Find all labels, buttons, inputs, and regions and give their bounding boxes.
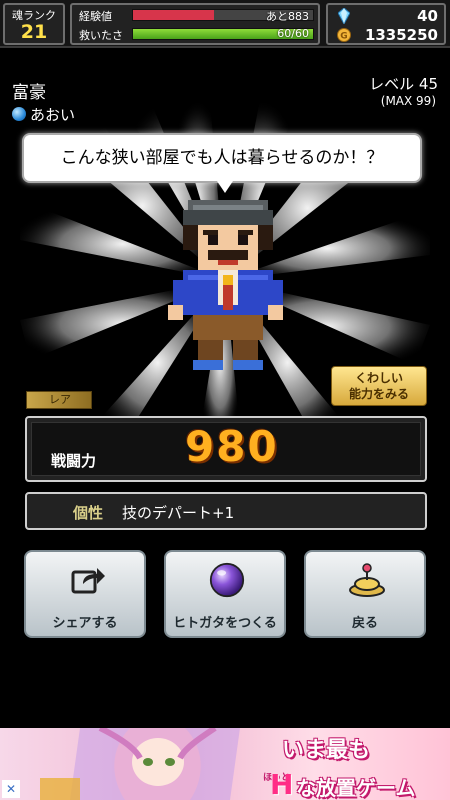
exp-bar: あと883: [132, 9, 314, 23]
return-icon: [349, 563, 385, 597]
share-button-label: シェアする: [52, 616, 118, 631]
ad-subline: な放置ゲーム: [296, 776, 416, 800]
ad-character-illustration: [40, 728, 240, 800]
level-max-text: (MAX 99): [380, 94, 436, 108]
view-details-button[interactable]: くわしい 能力をみる: [331, 366, 427, 406]
character-name: 富豪: [12, 83, 46, 103]
power-panel: 戦闘力 980: [25, 416, 427, 482]
ad-close-icon[interactable]: ✕: [2, 780, 20, 798]
ad-banner[interactable]: ✕ いま最も ほっと H な放置ゲーム: [0, 728, 450, 800]
soul-rank-value: 21: [20, 21, 48, 43]
rarity-badge: レア: [26, 391, 92, 409]
share-icon: [71, 568, 105, 594]
gauges-box: 経験値 あと883 救いたさ 60/60: [70, 3, 320, 45]
back-button[interactable]: 戻る: [304, 550, 426, 638]
coin-count: 1335250: [364, 26, 438, 44]
power-label: 戦闘力: [51, 452, 97, 470]
speech-bubble: こんな狭い部屋でも人は暮らせるのか！？: [22, 133, 422, 183]
ad-headline: いま最も: [282, 738, 371, 763]
svg-text:G: G: [340, 32, 347, 42]
currency-box: 40 G 1335250: [326, 3, 446, 45]
power-value: 980: [185, 422, 279, 471]
view-details-line1: くわしい: [354, 371, 403, 385]
speech-bubble-tail: [217, 181, 233, 193]
level-text: レベル 45: [369, 75, 438, 93]
ad-h-letter: H: [270, 768, 294, 800]
attribute-label: あおい: [30, 106, 76, 124]
exp-remaining-text: あと883: [266, 10, 309, 23]
hp-text: 60/60: [277, 27, 309, 40]
exp-label: 経験値: [79, 10, 112, 23]
share-button[interactable]: シェアする: [24, 550, 146, 638]
trait-panel: 個性 技のデパート+1: [25, 492, 427, 530]
hp-label: 救いたさ: [79, 29, 123, 42]
status-bar: 魂ランク 21 経験値 あと883 救いたさ 60/60 40 G 133525…: [0, 0, 450, 48]
soul-rank-box: 魂ランク 21: [3, 3, 65, 45]
gem-icon: [338, 8, 350, 24]
character-sprite: [168, 200, 283, 370]
coin-icon: G: [337, 28, 351, 42]
gem-count: 40: [417, 7, 438, 25]
make-hitogata-button[interactable]: ヒトガタをつくる: [164, 550, 286, 638]
trait-value: 技のデパート+1: [122, 504, 235, 522]
water-orb-icon: [12, 107, 26, 121]
trait-label: 個性: [73, 504, 104, 522]
hp-bar: 60/60: [132, 27, 314, 40]
orb-icon: [209, 562, 245, 598]
back-button-label: 戻る: [351, 616, 378, 631]
view-details-line2: 能力をみる: [348, 387, 409, 401]
exp-bar-fill: [133, 10, 214, 20]
make-hitogata-label: ヒトガタをつくる: [173, 616, 277, 631]
